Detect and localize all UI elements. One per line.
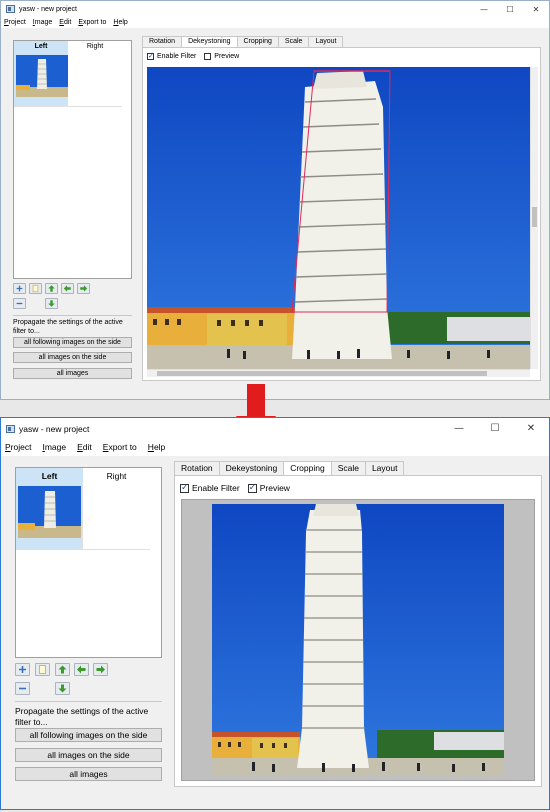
checkbox-icon [180,483,189,493]
tab-dekeystoning[interactable]: Dekeystoning [218,461,285,475]
image-viewer[interactable] [147,67,530,369]
enable-filter-checkbox[interactable]: Enable Filter [180,483,240,493]
image-list[interactable]: Left Right [13,40,132,279]
scrollbar-thumb[interactable] [532,207,537,227]
title-bar: yasw - new project — ☐ ✕ [1,1,549,17]
all-following-button[interactable]: all following images on the side [15,728,162,742]
tab-dekeystoning[interactable]: Dekeystoning [181,36,238,47]
app-icon [6,424,15,433]
horizontal-scrollbar[interactable] [147,369,530,377]
checkbox-icon [204,53,212,60]
scrollbar-thumb[interactable] [157,371,487,376]
tab-cropping[interactable]: Cropping [283,461,332,475]
menu-edit[interactable]: Edit [59,17,71,28]
top-window: yasw - new project — ☐ ✕ Project Image E… [0,0,550,400]
preview-checkbox[interactable]: Preview [204,53,239,60]
tower-photo [147,67,530,369]
bottom-window: yasw - new project — ☐ ✕ Project Image E… [0,417,550,810]
image-viewer[interactable] [181,499,535,781]
maximize-button[interactable]: ☐ [477,423,513,434]
image-list[interactable]: Left Right [15,467,162,658]
all-images-button[interactable]: all images [13,368,132,379]
close-button[interactable]: ✕ [523,5,549,14]
all-side-button[interactable]: all images on the side [13,352,132,363]
filter-tabs: Rotation Dekeystoning Cropping Scale Lay… [174,461,405,475]
propagate-label: Propagate the settings of the active fil… [15,706,149,727]
menu-project[interactable]: Project [5,439,31,456]
column-left[interactable]: Left [16,468,83,484]
all-following-button[interactable]: all following images on the side [13,337,132,348]
blank-page-icon[interactable] [35,663,50,676]
minimize-button[interactable]: — [471,5,497,14]
menu-export[interactable]: Export to [103,439,137,456]
checkbox-icon [147,52,154,60]
thumbnail-right-empty[interactable] [83,484,150,550]
tab-rotation[interactable]: Rotation [142,36,183,47]
add-icon[interactable] [15,663,30,676]
menu-bar: Project Image Edit Export to Help [1,439,549,456]
filter-tabs: Rotation Dekeystoning Cropping Scale Lay… [142,36,344,47]
checkbox-icon [247,483,257,493]
enable-filter-label: Enable Filter [192,483,240,493]
app-icon [6,5,15,13]
all-side-button[interactable]: all images on the side [15,748,162,762]
tab-scale[interactable]: Scale [330,461,366,475]
menu-help[interactable]: Help [148,439,165,456]
tower-thumbnail [18,486,81,538]
tab-layout[interactable]: Layout [364,461,405,475]
filter-panel: Enable Filter Preview [142,47,541,381]
remove-icon[interactable] [13,298,26,309]
minimize-button[interactable]: — [441,423,477,434]
menu-project[interactable]: Project [4,17,26,28]
menu-help[interactable]: Help [113,17,127,28]
menu-export[interactable]: Export to [78,17,106,28]
add-icon[interactable] [13,283,26,294]
tab-scale[interactable]: Scale [277,36,310,47]
arrow-left-icon[interactable] [61,283,74,294]
thumbnail-right-empty[interactable] [68,53,122,107]
tab-rotation[interactable]: Rotation [174,461,220,475]
enable-filter-label: Enable Filter [157,53,197,60]
propagate-label: Propagate the settings of the active fil… [13,319,123,335]
menu-edit[interactable]: Edit [77,439,92,456]
all-images-button[interactable]: all images [15,767,162,781]
menu-image[interactable]: Image [33,17,52,28]
arrow-right-icon[interactable] [77,283,90,294]
arrow-up-icon[interactable] [45,283,58,294]
arrow-down-icon[interactable] [45,298,58,309]
enable-filter-checkbox[interactable]: Enable Filter [147,52,197,60]
preview-checkbox[interactable]: Preview [247,483,290,493]
vertical-scrollbar[interactable] [530,67,538,369]
menu-image[interactable]: Image [42,439,66,456]
column-left[interactable]: Left [14,41,68,53]
window-title: yasw - new project [19,5,77,13]
tab-layout[interactable]: Layout [308,36,344,47]
remove-icon[interactable] [15,682,30,695]
tower-thumbnail [16,55,68,97]
separator [13,315,132,316]
title-bar: yasw - new project — ☐ ✕ [1,418,549,439]
arrow-down-icon[interactable] [55,682,70,695]
close-button[interactable]: ✕ [513,423,549,434]
maximize-button[interactable]: ☐ [497,5,523,14]
filter-panel: Enable Filter Preview [174,475,542,787]
preview-label: Preview [259,483,290,493]
column-right[interactable]: Right [68,41,122,53]
arrow-right-icon[interactable] [93,663,108,676]
tower-photo [212,504,504,776]
column-right[interactable]: Right [83,468,150,484]
arrow-up-icon[interactable] [55,663,70,676]
window-title: yasw - new project [19,423,90,434]
blank-page-icon[interactable] [29,283,42,294]
thumbnail-left[interactable] [16,484,83,550]
arrow-left-icon[interactable] [74,663,89,676]
thumbnail-left[interactable] [14,53,68,107]
separator [15,701,162,702]
menu-bar: Project Image Edit Export to Help [1,17,549,28]
tab-cropping[interactable]: Cropping [236,36,279,47]
preview-label: Preview [214,53,240,60]
